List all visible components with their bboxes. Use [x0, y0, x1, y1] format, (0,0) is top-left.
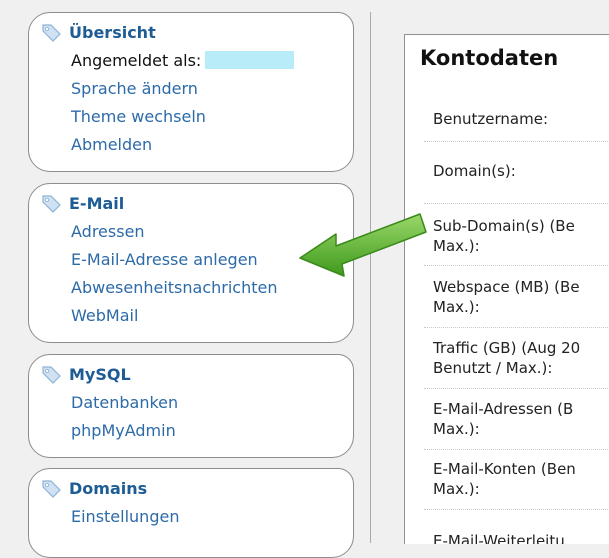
tag-icon — [42, 366, 61, 384]
row-webspace: Webspace (MB) (Be Max.): — [433, 278, 580, 316]
tag-icon — [42, 480, 61, 498]
account-data-panel: Kontodaten Benutzername: Domain(s): Sub-… — [404, 34, 609, 544]
domains-box: Domains Einstellungen — [28, 468, 354, 558]
row-email-accounts: E-Mail-Konten (Ben Max.): — [433, 460, 576, 498]
link-change-theme[interactable]: Theme wechseln — [71, 107, 206, 127]
link-settings[interactable]: Einstellungen — [71, 507, 179, 527]
logged-in-label: Angemeldet als: — [71, 51, 295, 71]
row-email-forwards: E-Mail-Weiterleitu — [433, 532, 565, 544]
domains-title[interactable]: Domains — [69, 479, 147, 498]
row-divider — [424, 449, 609, 450]
overview-header: Übersicht — [41, 21, 156, 43]
tag-icon — [42, 195, 61, 213]
row-divider — [424, 388, 609, 389]
tag-icon — [42, 24, 61, 42]
link-change-language[interactable]: Sprache ändern — [71, 79, 198, 99]
email-header: E-Mail — [41, 192, 124, 214]
green-arrow-icon — [299, 213, 427, 277]
domains-header: Domains — [41, 477, 147, 499]
row-domains: Domain(s): — [433, 162, 516, 180]
mysql-header: MySQL — [41, 363, 131, 385]
mysql-box: MySQL Datenbanken phpMyAdmin — [28, 354, 354, 458]
overview-title[interactable]: Übersicht — [69, 23, 156, 42]
row-divider — [424, 141, 609, 142]
link-logout[interactable]: Abmelden — [71, 135, 152, 155]
page-title: Kontodaten — [420, 46, 559, 70]
link-phpmyadmin[interactable]: phpMyAdmin — [71, 421, 176, 441]
username-redacted — [205, 51, 295, 69]
row-username: Benutzername: — [433, 110, 549, 128]
logged-in-text: Angemeldet als: — [71, 51, 202, 70]
email-title[interactable]: E-Mail — [69, 194, 124, 213]
row-divider — [424, 327, 609, 328]
row-divider — [424, 203, 609, 204]
link-webmail[interactable]: WebMail — [71, 306, 138, 326]
row-subdomains: Sub-Domain(s) (Be Max.): — [433, 217, 575, 255]
link-absence-messages[interactable]: Abwesenheitsnachrichten — [71, 278, 278, 298]
mysql-title[interactable]: MySQL — [69, 365, 131, 384]
row-traffic: Traffic (GB) (Aug 20 Benutzt / Max.): — [433, 339, 581, 377]
row-divider — [424, 265, 609, 266]
row-email-addresses: E-Mail-Adressen (B Max.): — [433, 400, 574, 438]
row-divider — [424, 509, 609, 510]
link-databases[interactable]: Datenbanken — [71, 393, 178, 413]
overview-box: Übersicht Angemeldet als: Sprache ändern… — [28, 12, 354, 172]
link-create-email-address[interactable]: E-Mail-Adresse anlegen — [71, 250, 258, 270]
link-addresses[interactable]: Adressen — [71, 222, 145, 242]
